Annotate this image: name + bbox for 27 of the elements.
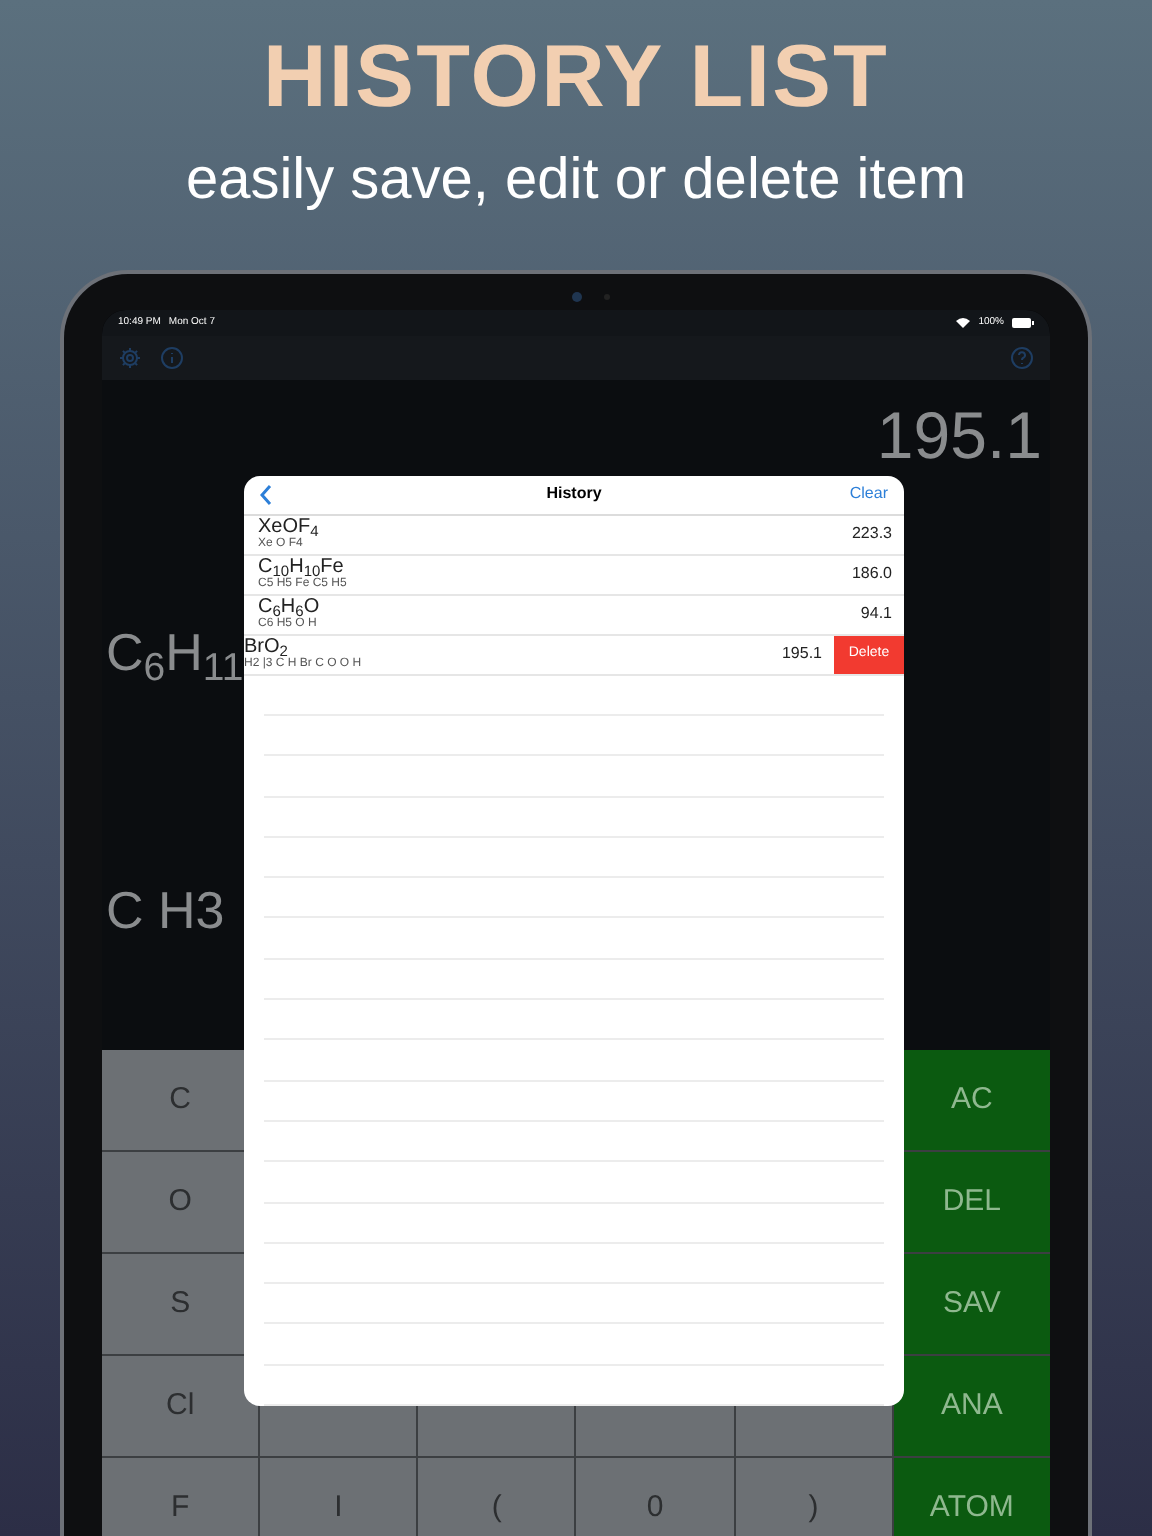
expression-text: C H3 bbox=[106, 880, 225, 940]
history-mass: 223.3 bbox=[851, 522, 892, 547]
keypad-key[interactable]: F bbox=[102, 1458, 259, 1536]
battery-icon bbox=[1012, 318, 1034, 328]
formula-text: C$_{6}$H$_{11}$ bbox=[106, 622, 244, 682]
history-formula: C$_{6}$H$_{6}$O bbox=[258, 596, 320, 619]
back-icon[interactable] bbox=[260, 483, 272, 506]
result-value: 195.1 bbox=[876, 400, 1042, 472]
keypad-key[interactable]: I bbox=[260, 1458, 417, 1536]
keypad-key[interactable]: ANA bbox=[893, 1356, 1050, 1456]
history-mass: 186.0 bbox=[851, 562, 892, 587]
keypad-key[interactable]: 0 bbox=[576, 1458, 734, 1536]
popup-title: History bbox=[546, 482, 602, 507]
history-mass: 94.1 bbox=[860, 602, 892, 627]
keypad-key[interactable]: ATOM bbox=[893, 1458, 1050, 1536]
history-formula: BrO$_{2}$ bbox=[244, 636, 288, 659]
history-mass: 195.1 bbox=[781, 642, 822, 667]
clear-button[interactable]: Clear bbox=[849, 482, 888, 507]
keypad-key[interactable]: ( bbox=[418, 1458, 575, 1536]
history-formula: XeOF$_{4}$ bbox=[258, 516, 319, 539]
promo-title: HISTORY LIST bbox=[262, 28, 890, 128]
promo-subtitle: easily save, edit or delete item bbox=[185, 146, 967, 216]
keypad-key[interactable]: ) bbox=[735, 1458, 892, 1536]
history-formula: C$_{10}$H$_{10}$Fe bbox=[258, 556, 344, 579]
camera-icon bbox=[572, 292, 582, 302]
keypad-key[interactable]: Cl bbox=[102, 1356, 259, 1456]
wifi-icon bbox=[956, 318, 971, 328]
